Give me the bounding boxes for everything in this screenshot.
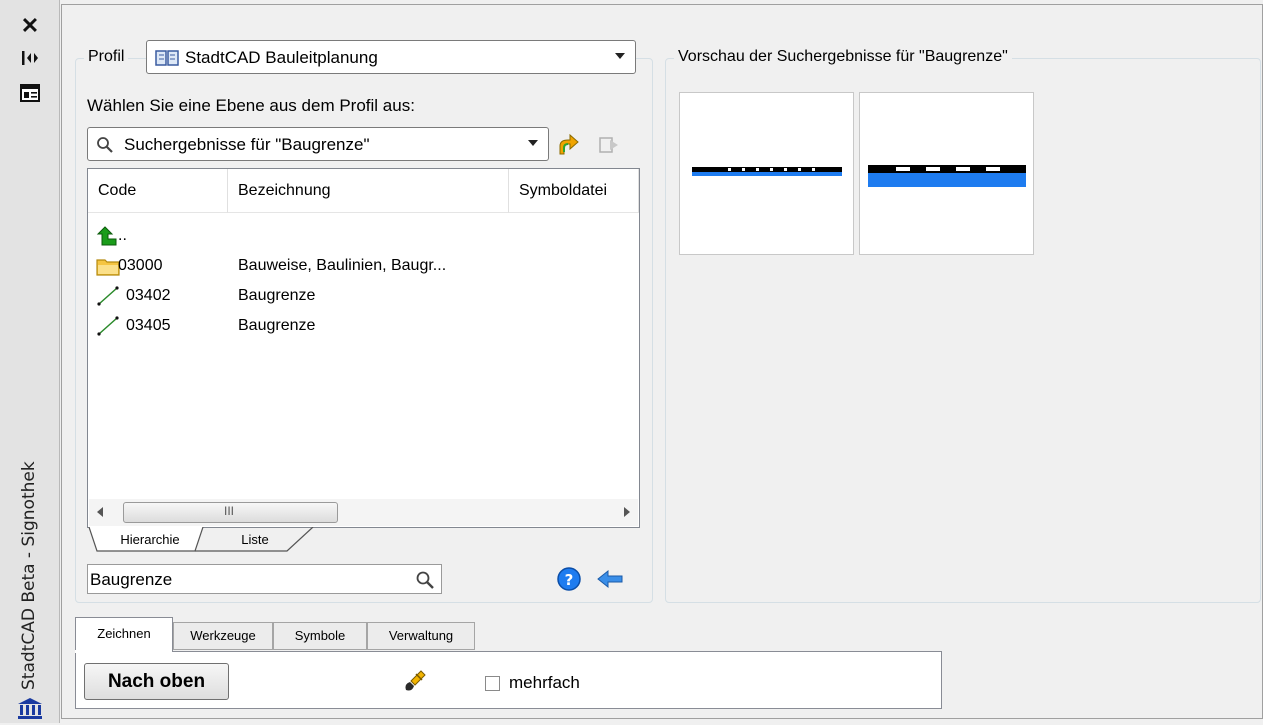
column-bezeichnung[interactable]: Bezeichnung bbox=[228, 169, 509, 213]
column-code[interactable]: Code bbox=[88, 169, 228, 213]
column-symboldatei[interactable]: Symboldatei bbox=[509, 169, 639, 213]
auto-hide-icon[interactable] bbox=[17, 48, 43, 72]
folder-icon bbox=[96, 259, 120, 276]
list-item[interactable]: .. bbox=[88, 221, 638, 251]
tab-symbole[interactable]: Symbole bbox=[273, 622, 367, 650]
up-arrow-icon bbox=[96, 226, 117, 246]
chevron-down-icon[interactable] bbox=[528, 140, 538, 146]
nach-oben-button[interactable]: Nach oben bbox=[84, 663, 229, 700]
book-icon bbox=[155, 50, 179, 66]
preview-tile-03402[interactable] bbox=[679, 92, 854, 255]
properties-icon[interactable] bbox=[17, 84, 43, 108]
search-icon[interactable] bbox=[415, 570, 435, 590]
chevron-down-icon[interactable] bbox=[615, 53, 625, 59]
tab-werkzeuge[interactable]: Werkzeuge bbox=[173, 622, 273, 650]
scroll-thumb[interactable]: III bbox=[123, 502, 338, 523]
level-up-icon[interactable] bbox=[556, 132, 582, 158]
profile-select-value: StadtCAD Bauleitplanung bbox=[185, 48, 378, 67]
bank-icon bbox=[15, 696, 45, 720]
help-icon[interactable]: ? bbox=[556, 566, 582, 592]
search-input[interactable]: Baugrenze bbox=[90, 570, 172, 590]
horizontal-scrollbar[interactable]: III bbox=[89, 499, 638, 526]
mehrfach-checkbox[interactable] bbox=[485, 676, 500, 691]
level-down-icon[interactable] bbox=[596, 132, 622, 158]
back-arrow-icon[interactable] bbox=[596, 568, 624, 590]
layer-prompt: Wählen Sie eine Ebene aus dem Profil aus… bbox=[87, 96, 415, 115]
svg-text:?: ? bbox=[565, 571, 574, 589]
preview-title: Vorschau der Suchergebnisse für "Baugren… bbox=[674, 48, 1012, 66]
search-icon bbox=[97, 137, 113, 153]
brush-icon[interactable] bbox=[402, 668, 428, 694]
list-item[interactable]: 03000 Bauweise, Baulinien, Baugr... bbox=[88, 251, 638, 281]
symbol-list[interactable]: Code Bezeichnung Symboldatei .. 03000 Ba… bbox=[87, 168, 640, 528]
tab-verwaltung[interactable]: Verwaltung bbox=[367, 622, 475, 650]
layer-select-value: Suchergebnisse für "Baugrenze" bbox=[124, 135, 370, 154]
mehrfach-label: mehrfach bbox=[509, 673, 580, 692]
profile-select[interactable]: StadtCAD Bauleitplanung bbox=[146, 40, 636, 74]
close-icon[interactable]: ✕ bbox=[17, 14, 43, 38]
tab-liste[interactable]: Liste bbox=[205, 529, 305, 551]
line-icon bbox=[97, 286, 119, 306]
palette-title: StadtCAD Beta - Signothek bbox=[19, 461, 39, 690]
preview-tile-03405[interactable] bbox=[859, 92, 1034, 255]
palette-strip: ✕ StadtCAD Beta - Signothek bbox=[0, 0, 60, 723]
search-field[interactable]: Baugrenze bbox=[87, 564, 442, 594]
profile-label: Profil bbox=[84, 48, 129, 66]
list-item[interactable]: 03402 Baugrenze bbox=[88, 281, 638, 311]
line-icon bbox=[97, 316, 119, 336]
layer-select[interactable]: Suchergebnisse für "Baugrenze" bbox=[87, 127, 549, 161]
tab-zeichnen[interactable]: Zeichnen bbox=[75, 617, 173, 652]
list-item[interactable]: 03405 Baugrenze bbox=[88, 311, 638, 341]
scroll-right-icon[interactable] bbox=[624, 507, 630, 517]
tab-hierarchie[interactable]: Hierarchie bbox=[95, 529, 205, 551]
scroll-left-icon[interactable] bbox=[97, 507, 103, 517]
